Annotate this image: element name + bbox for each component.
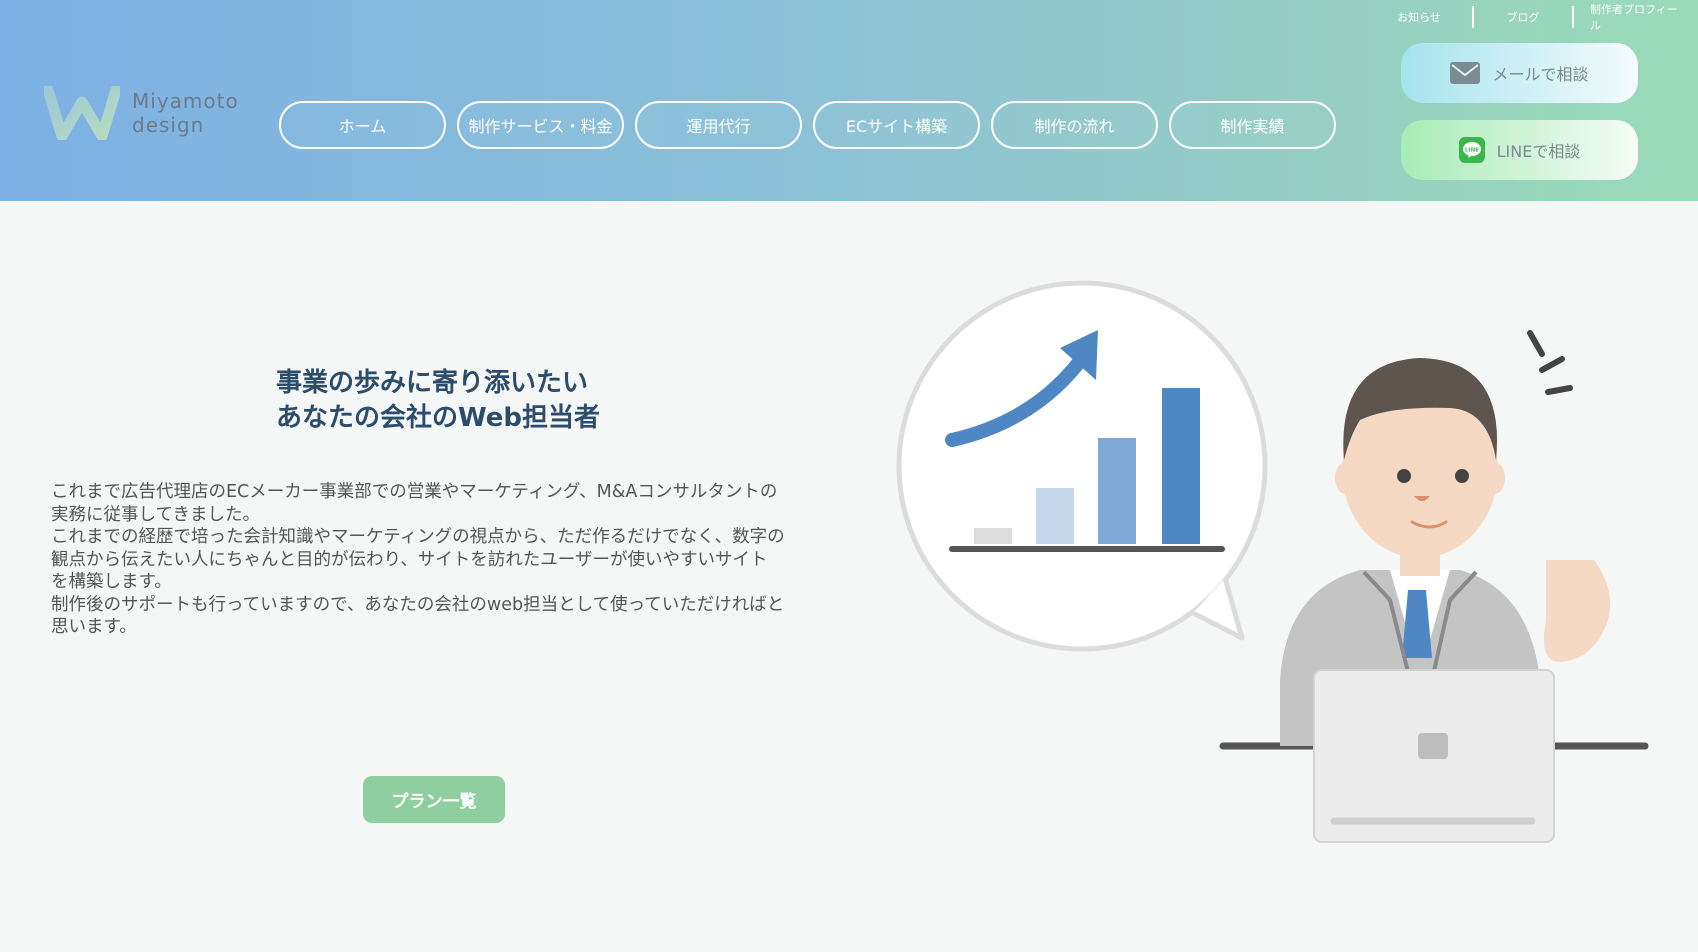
description-line: これまでの経歴で培った会計知識やマーケティングの視点から、ただ作るだけでなく、数… [51, 527, 785, 547]
hero-headline-line1: 事業の歩みに寄り添いたい [276, 368, 589, 398]
hero-illustration [896, 280, 1649, 843]
main-nav: ホーム 制作サービス・料金 運用代行 ECサイト構築 制作の流れ 制作実績 [279, 101, 1347, 149]
site-header: Miyamoto design お知らせ ブログ 制作者プロフィール ホーム 制… [0, 0, 1698, 201]
nav-home[interactable]: ホーム [279, 101, 446, 149]
toplink-blog[interactable]: ブログ [1474, 6, 1572, 28]
mail-icon [1450, 62, 1481, 84]
svg-text:LINE: LINE [1465, 148, 1479, 154]
description-line: これまで広告代理店のECメーカー事業部での営業やマーケティング、M&Aコンサルタ… [51, 482, 778, 502]
description-line: を構築します。 [51, 572, 172, 592]
line-consult-label: LINEで相談 [1496, 142, 1581, 161]
plan-list-button[interactable]: プラン一覧 [363, 776, 505, 823]
logo-text: Miyamoto design [132, 89, 239, 137]
nav-works[interactable]: 制作実績 [1169, 101, 1336, 149]
motion-lines [1527, 330, 1573, 395]
nav-ec-site[interactable]: ECサイト構築 [813, 101, 980, 149]
line-consult-button[interactable]: LINE LINEで相談 [1401, 120, 1638, 180]
mail-consult-button[interactable]: メールで相談 [1401, 43, 1638, 103]
description-line: 観点から伝えたい人にちゃんと目的が伝わり、サイトを訪れたユーザーが使いやすいサイ… [51, 549, 768, 570]
line-icon: LINE [1458, 137, 1485, 163]
logo[interactable]: Miyamoto design [44, 86, 239, 140]
nav-operations[interactable]: 運用代行 [635, 101, 802, 149]
logo-line2: design [132, 113, 205, 137]
logo-mark [44, 86, 120, 140]
nav-services-pricing[interactable]: 制作サービス・料金 [457, 101, 624, 149]
top-links: お知らせ ブログ 制作者プロフィール [1366, 3, 1698, 32]
description-line: 実務に従事してきました。 [51, 504, 260, 525]
hero-headline: 事業の歩みに寄り添いたい あなたの会社のWeb担当者 [276, 366, 600, 436]
laptop-illustration [1313, 669, 1555, 843]
hero-headline-line2: あなたの会社のWeb担当者 [276, 403, 600, 433]
description-line: 思います。 [51, 617, 137, 637]
toplink-profile[interactable]: 制作者プロフィール [1574, 3, 1698, 32]
logo-line1: Miyamoto [132, 89, 239, 113]
mail-consult-label: メールで相談 [1492, 65, 1589, 84]
toplink-news[interactable]: お知らせ [1366, 6, 1472, 28]
nav-flow[interactable]: 制作の流れ [991, 101, 1158, 149]
hero-description: これまで広告代理店のECメーカー事業部での営業やマーケティング、M&Aコンサルタ… [51, 481, 861, 639]
description-line: 制作後のサポートも行っていますので、あなたの会社のweb担当として使っていただけ… [51, 594, 785, 615]
